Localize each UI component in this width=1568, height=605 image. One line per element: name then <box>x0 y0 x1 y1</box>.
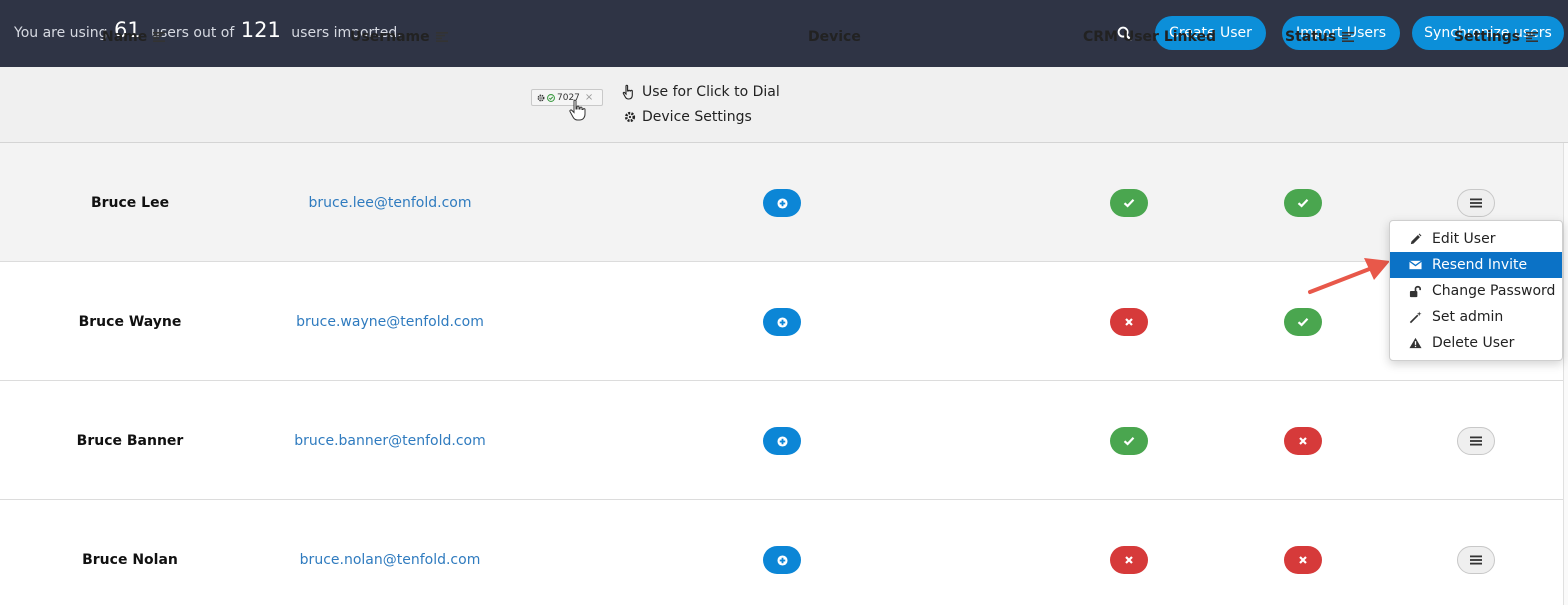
pencil-icon <box>1408 232 1422 246</box>
column-header-username-label: Username <box>350 29 430 45</box>
sort-icon <box>1526 32 1539 42</box>
user-email-link[interactable]: bruce.nolan@tenfold.com <box>190 552 590 568</box>
use-for-click-to-dial[interactable]: Use for Click to Dial <box>622 84 780 100</box>
hamburger-icon <box>1470 198 1482 208</box>
column-header-crm-label: CRM User Linked <box>1083 29 1216 45</box>
device-settings-label: Device Settings <box>642 109 752 125</box>
total-count: 121 <box>240 18 281 42</box>
settings-dropdown-menu: Edit User Resend Invite Change Password … <box>1389 220 1563 361</box>
menu-item-resend-invite[interactable]: Resend Invite <box>1390 252 1562 278</box>
menu-item-delete-user[interactable]: Delete User <box>1390 330 1562 356</box>
plus-circle-icon <box>776 435 788 447</box>
column-header-name-label: Name <box>102 29 148 45</box>
annotation-arrow <box>1308 258 1390 294</box>
column-header-status[interactable]: Status <box>1285 29 1355 45</box>
crm-linked-badge <box>1110 546 1148 574</box>
check-icon <box>1297 199 1309 208</box>
plus-circle-icon <box>776 316 788 328</box>
unlock-icon <box>1408 284 1422 298</box>
hamburger-icon <box>1470 555 1482 565</box>
check-circle-icon <box>547 93 555 102</box>
crm-linked-badge <box>1110 427 1148 455</box>
menu-item-label: Delete User <box>1432 335 1515 351</box>
status-badge <box>1284 546 1322 574</box>
add-device-button[interactable] <box>763 546 801 574</box>
gear-icon <box>537 94 545 101</box>
hand-pointer-icon <box>569 99 586 121</box>
plus-circle-icon <box>776 554 788 566</box>
gear-icon <box>624 111 636 123</box>
plus-circle-icon <box>776 197 788 209</box>
x-icon <box>1125 556 1133 564</box>
column-header-crm: CRM User Linked <box>1083 29 1216 45</box>
menu-item-label: Change Password <box>1432 283 1556 299</box>
check-icon <box>1123 199 1135 208</box>
table-header <box>0 67 1568 143</box>
menu-item-label: Set admin <box>1432 309 1504 325</box>
check-icon <box>1297 318 1309 327</box>
column-header-device: Device <box>808 29 861 45</box>
sort-icon <box>1342 32 1355 42</box>
pointer-hand-icon <box>622 84 633 100</box>
menu-item-label: Edit User <box>1432 231 1496 247</box>
click-to-dial-label: Use for Click to Dial <box>642 84 780 100</box>
user-email-link[interactable]: bruce.banner@tenfold.com <box>190 433 590 449</box>
envelope-icon <box>1408 258 1422 272</box>
menu-item-edit-user[interactable]: Edit User <box>1390 226 1562 252</box>
device-settings[interactable]: Device Settings <box>624 109 752 125</box>
column-header-username[interactable]: Username <box>350 29 448 45</box>
add-device-button[interactable] <box>763 308 801 336</box>
crm-linked-badge <box>1110 189 1148 217</box>
x-icon <box>1299 437 1307 445</box>
settings-menu-button[interactable] <box>1457 427 1495 455</box>
sort-icon <box>153 32 166 42</box>
table-row: Bruce Nolan bruce.nolan@tenfold.com <box>0 500 1568 605</box>
status-badge <box>1284 189 1322 217</box>
settings-menu-button[interactable] <box>1457 189 1495 217</box>
scrollbar[interactable] <box>1563 143 1568 605</box>
column-header-status-label: Status <box>1285 29 1337 45</box>
status-badge <box>1284 427 1322 455</box>
check-icon <box>1123 437 1135 446</box>
user-email-link[interactable]: bruce.lee@tenfold.com <box>190 195 590 211</box>
menu-item-label: Resend Invite <box>1432 257 1528 273</box>
column-header-settings-label: Settings <box>1454 29 1521 45</box>
usage-prefix: You are using <box>14 25 108 41</box>
magic-wand-icon <box>1408 310 1422 324</box>
menu-item-change-password[interactable]: Change Password <box>1390 278 1562 304</box>
add-device-button[interactable] <box>763 189 801 217</box>
table-row: Bruce Banner bruce.banner@tenfold.com <box>0 381 1568 500</box>
column-header-name[interactable]: Name <box>102 29 166 45</box>
hamburger-icon <box>1470 436 1482 446</box>
warning-icon <box>1408 336 1422 350</box>
column-header-settings[interactable]: Settings <box>1454 29 1539 45</box>
crm-linked-badge <box>1110 308 1148 336</box>
sort-icon <box>435 32 448 42</box>
x-icon <box>1125 318 1133 326</box>
add-device-button[interactable] <box>763 427 801 455</box>
table-row: Bruce Lee bruce.lee@tenfold.com <box>0 143 1568 262</box>
column-header-device-label: Device <box>808 29 861 45</box>
settings-menu-button[interactable] <box>1457 546 1495 574</box>
usage-summary: You are using 61 users out of 121 users … <box>14 18 402 42</box>
x-icon <box>1299 556 1307 564</box>
status-badge <box>1284 308 1322 336</box>
user-email-link[interactable]: bruce.wayne@tenfold.com <box>190 314 590 330</box>
menu-item-set-admin[interactable]: Set admin <box>1390 304 1562 330</box>
